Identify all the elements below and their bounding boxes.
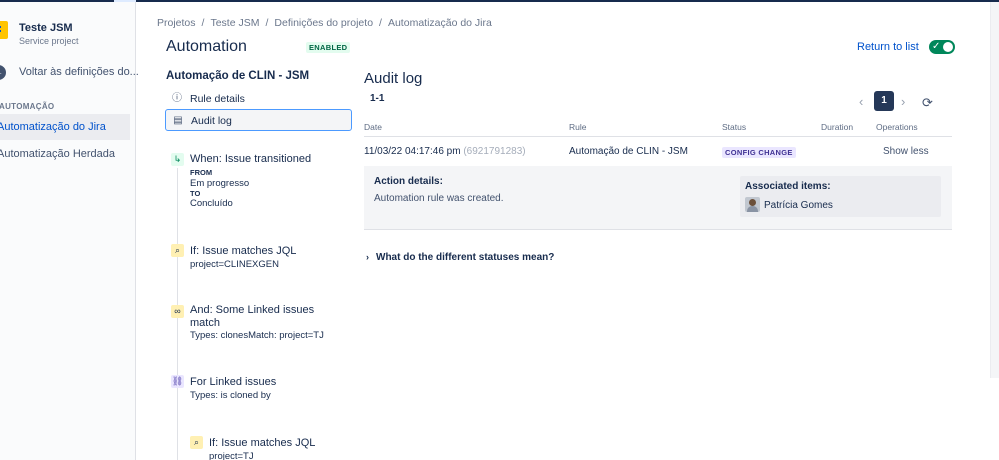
row-rule: Automação de CLIN - JSM (569, 146, 688, 157)
sidebar-item-label: Automatização Herdada (0, 148, 116, 160)
audit-log-tab[interactable]: ▤ Audit log (165, 109, 352, 131)
breadcrumb-separator: / (265, 17, 269, 29)
trigger-title[interactable]: When: Issue transitioned (190, 153, 311, 165)
show-less-button[interactable]: Show less (883, 146, 929, 157)
action-details-heading: Action details: (374, 176, 443, 187)
row-date: 11/03/22 04:17:46 pm (364, 146, 461, 157)
return-to-list-link[interactable]: Return to list (857, 41, 919, 53)
trigger-from-value: Em progresso (190, 178, 250, 189)
sidebar-item-jira-automation[interactable]: Automatização do Jira (0, 114, 130, 140)
table-row-date: 11/03/22 04:17:46 pm (6921791283) (364, 146, 526, 157)
enabled-badge: ENABLED (306, 42, 351, 53)
branch-icon: ⛓ (171, 375, 184, 388)
table-header-divider (364, 136, 952, 137)
chevron-left-icon[interactable]: ‹ (859, 94, 863, 109)
result-count: 1-1 (370, 93, 385, 104)
project-icon (0, 21, 8, 39)
arrow-left-icon: ← (0, 65, 6, 80)
trigger-to-label: TO (190, 189, 201, 198)
breadcrumb-settings[interactable]: Definições do projeto (274, 17, 373, 29)
chevron-right-icon[interactable]: › (901, 94, 905, 109)
scrollbar[interactable] (990, 2, 999, 378)
back-to-settings-button[interactable]: ← Voltar às definições do... (0, 63, 139, 81)
status-help-toggle[interactable]: What do the different statuses mean? (376, 252, 554, 263)
condition-linked-title-cont: match (190, 317, 220, 329)
chevron-right-icon[interactable]: › (366, 252, 369, 262)
refresh-icon[interactable]: ⟳ (922, 95, 933, 111)
search-icon: ⌕ (171, 244, 184, 257)
associated-user-name[interactable]: Patrícia Gomes (764, 200, 833, 211)
trigger-to-value: Concluído (190, 198, 233, 209)
branch-condition-query: project=TJ (209, 451, 254, 460)
audit-log-title: Audit log (364, 70, 423, 87)
check-icon: ✓ (932, 41, 941, 52)
avatar (745, 197, 760, 212)
breadcrumb-projects[interactable]: Projetos (157, 17, 196, 29)
breadcrumb-project[interactable]: Teste JSM (210, 17, 259, 29)
rule-details-label: Rule details (190, 93, 245, 105)
back-label: Voltar às definições do... (19, 66, 139, 78)
associated-items-heading: Associated items: (745, 181, 831, 192)
column-operations: Operations (876, 122, 918, 132)
column-rule: Rule (569, 122, 587, 132)
project-name[interactable]: Teste JSM (19, 22, 73, 34)
condition-linked-title[interactable]: And: Some Linked issues (190, 304, 314, 316)
breadcrumb-automation[interactable]: Automatização do Jira (388, 17, 492, 29)
column-duration: Duration (821, 122, 854, 132)
toggle-knob (943, 42, 953, 52)
page-1-button[interactable]: 1 (874, 91, 894, 111)
breadcrumb-separator: / (201, 17, 205, 29)
rule-enabled-toggle[interactable]: ✓ (929, 40, 955, 54)
project-type: Service project (19, 36, 79, 46)
top-bar (0, 0, 999, 2)
column-status: Status (722, 122, 747, 132)
row-id: (6921791283) (463, 146, 526, 157)
action-details-text: Automation rule was created. (374, 193, 504, 204)
condition-jql-title[interactable]: If: Issue matches JQL (190, 245, 296, 257)
status-badge: CONFIG CHANGE (722, 147, 796, 158)
branch-title[interactable]: For Linked issues (190, 376, 276, 388)
sidebar-item-label: Automatização do Jira (0, 121, 106, 133)
breadcrumb: Projetos / Teste JSM / Definições do projeto… (157, 17, 492, 29)
condition-jql-query: project=CLINEXGEN (190, 259, 279, 270)
sidebar-item-legacy-automation[interactable]: Automatização Herdada (0, 141, 130, 167)
page-title: Automation (166, 38, 247, 55)
search-icon: ⌕ (190, 436, 203, 449)
audit-log-label: Audit log (191, 115, 232, 127)
sidebar-section-label: AUTOMAÇÃO (0, 102, 55, 111)
rule-details-tab[interactable]: ⓘ Rule details (165, 88, 352, 110)
rule-name: Automação de CLIN - JSM (166, 70, 310, 82)
document-icon: ▤ (173, 115, 183, 126)
branch-condition-title[interactable]: If: Issue matches JQL (209, 437, 315, 449)
trigger-from-label: FROM (190, 168, 213, 177)
breadcrumb-separator: / (379, 17, 382, 29)
condition-linked-types: Types: clonesMatch: project=TJ (190, 330, 324, 341)
link-icon: ∞ (171, 305, 184, 318)
info-icon: ⓘ (172, 93, 182, 104)
project-sidebar: Teste JSM Service project ← Voltar às de… (0, 2, 139, 460)
branch-types: Types: is cloned by (190, 390, 271, 401)
column-date: Date (364, 122, 382, 132)
transition-icon: ↳ (171, 153, 184, 166)
